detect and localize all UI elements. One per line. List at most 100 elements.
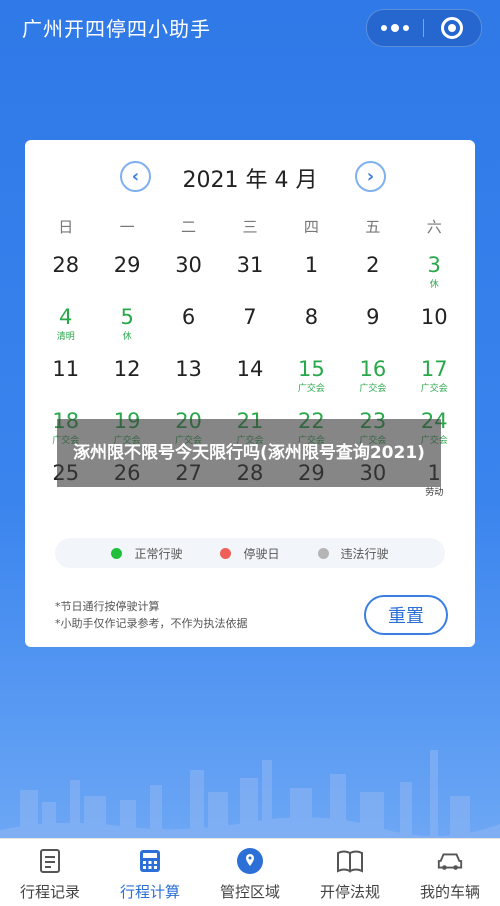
notes: *节日通行按停驶计算 *小助手仅作记录参考，不作为执法依据 bbox=[55, 598, 248, 632]
month-header: ‹ 2021 年 4 月 › bbox=[25, 158, 475, 198]
day-note: 广交会 bbox=[420, 384, 448, 394]
miniprogram-capsule bbox=[366, 9, 482, 47]
gray-dot-icon bbox=[317, 547, 329, 559]
day-number: 30 bbox=[175, 253, 202, 277]
legend-violation-label: 违法行驶 bbox=[340, 546, 389, 561]
weekday-label: 四 bbox=[303, 218, 319, 236]
weekday-label: 六 bbox=[426, 218, 442, 236]
next-month-button[interactable]: › bbox=[355, 161, 386, 192]
calendar-week-row: 28 29 30 31 1 2 3 休 bbox=[35, 252, 465, 304]
calendar-day-cell[interactable]: 5休 bbox=[96, 304, 157, 356]
day-number: 15 bbox=[298, 357, 325, 381]
day-number: 8 bbox=[304, 305, 319, 329]
day-number: 11 bbox=[52, 357, 80, 381]
tab-label: 开停法规 bbox=[319, 883, 380, 901]
close-icon[interactable] bbox=[424, 10, 480, 46]
red-dot-icon bbox=[220, 547, 232, 559]
app-title: 广州开四停四小助手 bbox=[22, 17, 211, 41]
day-number: 12 bbox=[113, 357, 141, 381]
calendar-day-cell[interactable]: 8 bbox=[281, 304, 342, 356]
location-badge-icon bbox=[236, 847, 264, 875]
calendar-day-cell[interactable]: 3休 bbox=[404, 252, 465, 304]
day-note: 清明 bbox=[56, 332, 75, 342]
day-number: 1 bbox=[304, 253, 319, 277]
weekday-label: 一 bbox=[119, 218, 135, 236]
note-line: *节日通行按停驶计算 bbox=[55, 600, 160, 613]
calendar-day-cell[interactable]: 28 bbox=[35, 252, 96, 304]
day-number: 29 bbox=[113, 253, 141, 277]
calendar-day-cell[interactable]: 15 广交会 bbox=[281, 356, 342, 408]
day-number: 28 bbox=[52, 253, 80, 277]
calendar-day-cell[interactable]: 17 广交会 bbox=[404, 356, 465, 408]
document-icon bbox=[36, 847, 64, 875]
tab-label: 我的车辆 bbox=[419, 883, 480, 901]
car-icon bbox=[436, 847, 464, 875]
day-number: 3 bbox=[427, 253, 441, 277]
chevron-right-icon: › bbox=[366, 166, 375, 187]
green-dot-icon bbox=[111, 547, 123, 559]
caption-overlay: 涿州限不限号今天限行吗(涿州限号查询2021) bbox=[57, 419, 441, 487]
weekday-label: 日 bbox=[58, 218, 74, 236]
calendar-day-cell[interactable]: 31 bbox=[219, 252, 280, 304]
city-skyline-illustration bbox=[0, 750, 500, 840]
tab-control-area[interactable]: 管控区域 bbox=[200, 839, 300, 906]
tab-regulations[interactable]: 开停法规 bbox=[300, 839, 400, 906]
day-number: 14 bbox=[236, 357, 264, 381]
calendar-day-cell[interactable]: 12 bbox=[96, 356, 157, 408]
book-icon bbox=[336, 847, 364, 875]
tab-label: 管控区域 bbox=[219, 883, 280, 901]
more-icon[interactable] bbox=[367, 10, 423, 46]
calendar-day-cell[interactable]: 30 bbox=[158, 252, 219, 304]
day-number: 10 bbox=[420, 305, 448, 329]
calendar-day-cell[interactable]: 9 bbox=[342, 304, 403, 356]
day-number: 4 bbox=[59, 305, 73, 329]
calendar-day-cell[interactable]: 29 bbox=[96, 252, 157, 304]
reset-button[interactable]: 重置 bbox=[364, 595, 448, 635]
day-number: 6 bbox=[181, 305, 196, 329]
tab-trip-calc[interactable]: 行程计算 bbox=[100, 839, 200, 906]
day-note: 广交会 bbox=[359, 384, 387, 394]
day-number: 31 bbox=[236, 253, 264, 277]
calendar-day-cell[interactable]: 14 bbox=[219, 356, 280, 408]
day-number: 7 bbox=[243, 305, 257, 329]
calendar-day-cell[interactable]: 2 bbox=[342, 252, 403, 304]
calendar-day-cell[interactable]: 6 bbox=[158, 304, 219, 356]
calendar-day-cell[interactable]: 16 广交会 bbox=[342, 356, 403, 408]
caption-text: 涿州限不限号今天限行吗(涿州限号查询2021) bbox=[73, 443, 425, 463]
note-line: *小助手仅作记录参考，不作为执法依据 bbox=[55, 617, 248, 630]
day-number: 16 bbox=[359, 357, 387, 381]
weekday-label: 三 bbox=[242, 218, 258, 236]
day-number: 17 bbox=[420, 357, 448, 381]
month-label: 2021 年 4 月 bbox=[182, 168, 318, 193]
top-bar: 广州开四停四小助手 bbox=[0, 0, 500, 56]
weekday-label: 五 bbox=[365, 218, 381, 236]
calendar-day-cell[interactable]: 4 清明 bbox=[35, 304, 96, 356]
calendar-card: ‹ 2021 年 4 月 › 日 一 二 三 四 五 六 28 29 30 31 1 2 3… bbox=[25, 140, 475, 647]
legend-normal: 正常行驶 bbox=[111, 545, 182, 562]
tab-trip-record[interactable]: 行程记录 bbox=[0, 839, 100, 906]
calculator-icon bbox=[136, 847, 164, 875]
legend-violation: 违法行驶 bbox=[317, 545, 389, 562]
day-number: 13 bbox=[175, 357, 202, 381]
calendar-day-cell[interactable]: 13 bbox=[158, 356, 219, 408]
day-note: 休 bbox=[122, 332, 132, 342]
calendar-week-row: 11 12 13 14 15 广交会 16 广交会 17 广交会 bbox=[35, 356, 465, 408]
day-note: 休 bbox=[429, 280, 439, 290]
calendar-day-cell[interactable]: 7 bbox=[219, 304, 280, 356]
calendar-day-cell[interactable]: 11 bbox=[35, 356, 96, 408]
weekday-header: 日 一 二 三 四 五 六 bbox=[35, 216, 465, 237]
calendar-day-cell[interactable]: 10 bbox=[404, 304, 465, 356]
legend-stop: 停驶日 bbox=[220, 545, 280, 562]
tab-label: 行程计算 bbox=[119, 883, 180, 901]
legend-stop-label: 停驶日 bbox=[243, 546, 280, 561]
legend: 正常行驶 停驶日 违法行驶 bbox=[55, 538, 445, 568]
calendar-day-cell[interactable]: 1 bbox=[281, 252, 342, 304]
bottom-tab-bar: 行程记录 行程计算 管控区域 开停法规 我的车辆 bbox=[0, 838, 500, 906]
tab-my-vehicle[interactable]: 我的车辆 bbox=[400, 839, 500, 906]
tab-label: 行程记录 bbox=[19, 883, 80, 901]
day-number: 5 bbox=[120, 305, 134, 329]
day-number: 2 bbox=[366, 253, 380, 277]
day-number: 9 bbox=[366, 305, 380, 329]
day-note: 广交会 bbox=[297, 384, 325, 394]
calendar-week-row: 4 清明 5 休 6 7 8 9 10 bbox=[35, 304, 465, 356]
